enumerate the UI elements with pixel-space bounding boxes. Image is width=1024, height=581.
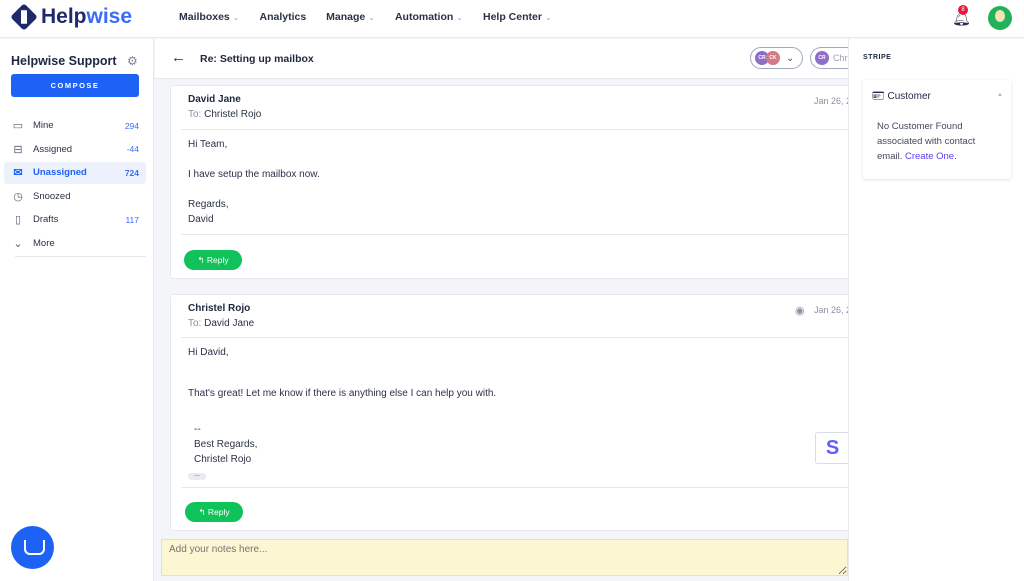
compose-button[interactable]: COMPOSE xyxy=(11,74,139,97)
stripe-toggle-button[interactable]: S xyxy=(815,432,849,464)
nav-mailboxes[interactable]: Mailboxes ⌄ xyxy=(179,11,239,23)
message-card: Christel Rojo To: David Jane ◉ Jan 26, 2… xyxy=(170,294,848,531)
avatar[interactable] xyxy=(988,6,1012,30)
logo-mark-icon xyxy=(10,3,38,31)
sidebar-item-mine[interactable]: ▭ Mine 294 xyxy=(4,115,146,137)
message-date: Jan 26, 2 xyxy=(814,305,848,315)
nav-analytics[interactable]: Analytics xyxy=(259,11,306,23)
reply-button[interactable]: ↰ Reply xyxy=(184,250,242,270)
divider xyxy=(181,337,848,338)
conversation-subject: Re: Setting up mailbox xyxy=(200,53,314,65)
caret-up-icon[interactable]: ▲ xyxy=(997,92,1003,98)
stripe-panel: STRIPE 🪪︎ Customer ▲ No Customer Found a… xyxy=(848,39,1024,581)
open-envelope-icon: ✉ xyxy=(13,167,23,180)
chevron-down-icon: ⌄ xyxy=(368,13,375,22)
divider xyxy=(181,487,848,488)
inbox-icon: ⊟ xyxy=(13,143,23,156)
assignees-dropdown[interactable]: CR CK ⌄ xyxy=(750,47,803,69)
create-customer-link[interactable]: Create One. xyxy=(905,151,957,162)
top-nav: Helpwise Mailboxes ⌄ Analytics Manage ⌄ Au… xyxy=(0,0,1024,38)
sidebar: Helpwise Support ⚙ COMPOSE ▭ Mine 294 ⊟ Ass… xyxy=(0,39,154,581)
sidebar-item-snoozed[interactable]: ◷ Snoozed xyxy=(4,186,146,208)
customer-card: 🪪︎ Customer ▲ No Customer Found associat… xyxy=(863,80,1011,179)
message-date: Jan 26, 2 xyxy=(814,96,848,106)
id-card-icon: 🪪︎ xyxy=(872,91,885,102)
chevron-down-icon: ⌄ xyxy=(232,13,240,22)
chevron-down-icon: ⌄ xyxy=(544,13,552,22)
file-icon: ▯ xyxy=(14,214,22,227)
sender-name: Christel Rojo xyxy=(188,303,251,314)
message-card: David Jane To: Christel Rojo Jan 26, 2 H… xyxy=(170,85,848,279)
show-more-button[interactable]: ... xyxy=(188,471,206,480)
chevron-down-icon: ⌄ xyxy=(786,52,795,64)
sidebar-item-unassigned[interactable]: ✉ Unassigned 724 xyxy=(4,162,146,184)
nav-automation[interactable]: Automation ⌄ xyxy=(395,11,463,23)
divider xyxy=(15,256,146,257)
eye-icon: ◉ xyxy=(795,305,805,317)
back-arrow-icon[interactable]: ← xyxy=(171,49,186,66)
divider xyxy=(181,234,848,235)
nav-manage[interactable]: Manage ⌄ xyxy=(326,11,375,23)
chevron-down-icon: ⌄ xyxy=(456,13,463,22)
chevron-down-icon: ⌄ xyxy=(13,237,23,250)
gear-icon[interactable]: ⚙ xyxy=(127,54,138,68)
sidebar-item-assigned[interactable]: ⊟ Assigned -44 xyxy=(4,139,146,161)
panel-heading: STRIPE xyxy=(863,54,892,61)
clock-icon: ◷ xyxy=(13,190,23,203)
divider xyxy=(181,129,848,130)
notes-input[interactable] xyxy=(161,539,848,576)
recipient: To: David Jane xyxy=(188,318,255,329)
chat-launcher-button[interactable] xyxy=(11,526,54,569)
monitor-icon: ▭ xyxy=(12,120,24,133)
customer-section-toggle[interactable]: 🪪︎ Customer xyxy=(872,91,931,102)
sidebar-item-more[interactable]: ⌄ More xyxy=(4,233,146,255)
mailbox-title: Helpwise Support xyxy=(11,54,117,68)
nav-help-center[interactable]: Help Center ⌄ xyxy=(483,11,552,23)
notification-badge: 8 xyxy=(958,5,968,15)
conversation-header: ← Re: Setting up mailbox CR CK ⌄ CR Chr xyxy=(155,39,860,79)
recipient: To: Christel Rojo xyxy=(188,109,262,120)
helpwise-logo[interactable]: Helpwise xyxy=(10,3,132,31)
reply-button[interactable]: ↰ Reply xyxy=(185,502,243,522)
sender-name: David Jane xyxy=(188,94,241,105)
sidebar-item-drafts[interactable]: ▯ Drafts 117 xyxy=(4,209,146,231)
